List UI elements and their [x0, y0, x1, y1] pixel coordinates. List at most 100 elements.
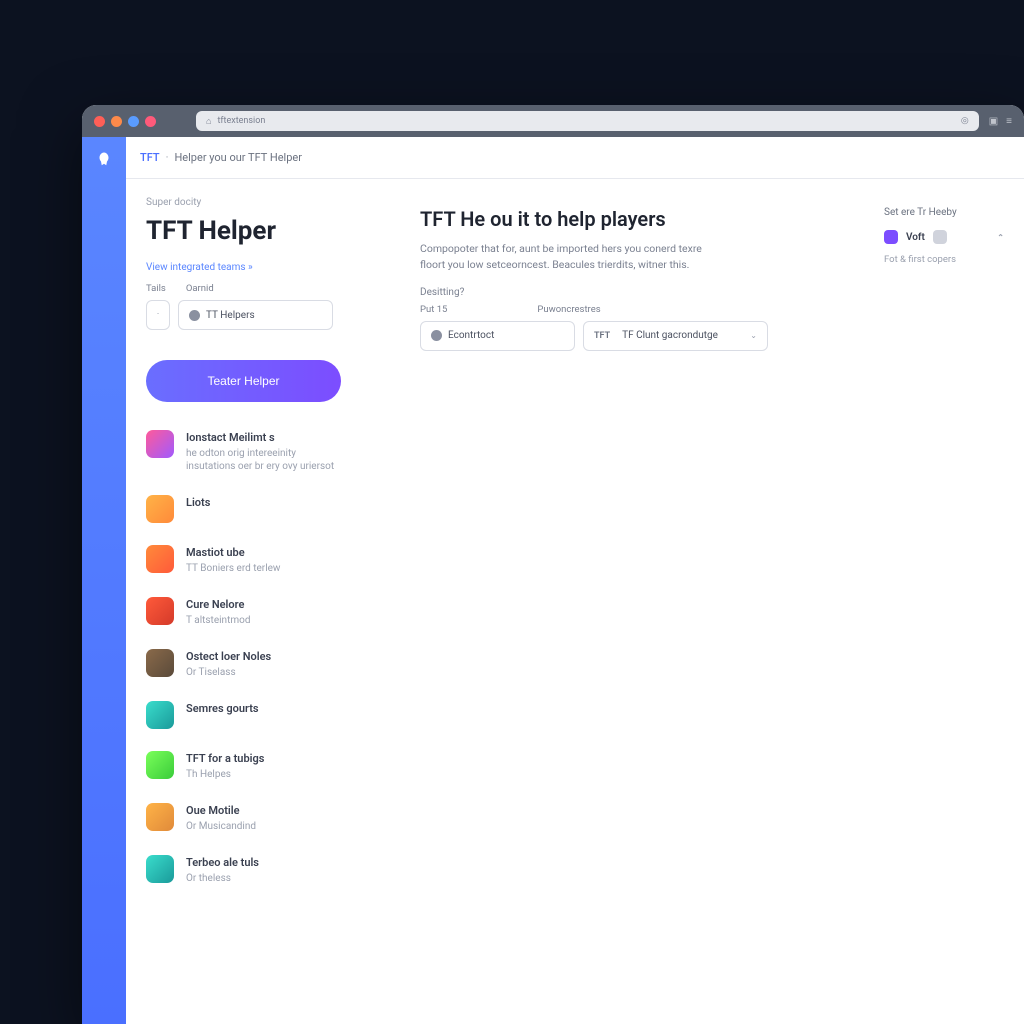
feature-title: Ostect loer Noles — [186, 650, 271, 663]
filter3-prefix: TFT — [594, 331, 610, 341]
close-dot[interactable] — [94, 116, 105, 127]
feature-body: Liots — [186, 495, 210, 512]
feature-icon — [146, 495, 174, 523]
eyebrow-label: Super docity — [146, 197, 396, 208]
feature-subtitle: he odton orig intereeinity insutations o… — [186, 447, 346, 473]
filter-headers-left: Tails Oarnid — [146, 283, 396, 294]
filter-client[interactable]: TFT TF Clunt gacrondutge ⌄ — [583, 321, 768, 351]
filter-header-4: Puwoncrestres — [537, 304, 600, 315]
badge-secondary-icon — [933, 230, 947, 244]
feature-body: Terbeo ale tuls Or theless — [186, 855, 259, 885]
filter-helpers[interactable]: TT Helpers — [178, 300, 333, 330]
main-grid: Super docity TFT Helper View integrated … — [126, 179, 1024, 907]
feature-item[interactable]: Semres gourts — [146, 701, 396, 729]
url-action-icon[interactable]: ◎ — [961, 116, 969, 126]
feature-body: Ionstact Meilimt s he odton orig interee… — [186, 430, 346, 473]
menu-icon[interactable]: ≡ — [1006, 116, 1012, 127]
extension-icon[interactable]: ▣ — [989, 116, 998, 127]
traffic-lights — [94, 116, 156, 127]
feature-item[interactable]: Mastiot ube TT Boniers erd terlew — [146, 545, 396, 575]
center-detail-label: Desitting? — [420, 287, 860, 298]
filter-header-2: Oarnid — [186, 283, 214, 294]
center-heading: TFT He ou it to help players — [420, 207, 860, 231]
filter-header-1: Tails — [146, 283, 166, 294]
feature-item[interactable]: Ionstact Meilimt s he odton orig interee… — [146, 430, 396, 473]
feature-body: Cure Nelore T altsteintmod — [186, 597, 250, 627]
left-column: Super docity TFT Helper View integrated … — [146, 197, 396, 907]
feature-title: Cure Nelore — [186, 598, 250, 611]
breadcrumb-link[interactable]: TFT — [140, 151, 160, 164]
feature-icon — [146, 597, 174, 625]
right-badge-item[interactable]: Voft ⌃ — [884, 230, 1004, 244]
filter-headers-center: Put 15 Puwoncrestres — [420, 304, 860, 315]
url-bar[interactable]: ⌂ tftextension ◎ — [196, 111, 979, 131]
feature-item[interactable]: Ostect loer Noles Or Tiselass — [146, 649, 396, 679]
filter2-label: Econtrtoct — [448, 330, 494, 341]
browser-chrome: ⌂ tftextension ◎ ▣ ≡ — [82, 105, 1024, 137]
dot-pink[interactable] — [145, 116, 156, 127]
feature-title: Semres gourts — [186, 702, 259, 715]
view-teams-link[interactable]: View integrated teams » — [146, 262, 396, 273]
side-rail — [82, 137, 126, 1024]
feature-item[interactable]: Cure Nelore T altsteintmod — [146, 597, 396, 627]
feature-subtitle: Or theless — [186, 872, 259, 885]
badge-text: Voft — [906, 232, 925, 243]
right-column: Set ere Tr Heeby Voft ⌃ Fot & first cope… — [884, 197, 1004, 907]
feature-title: Oue Motile — [186, 804, 256, 817]
app-window: ⌂ tftextension ◎ ▣ ≡ TFT · Helper you ou… — [82, 105, 1024, 1024]
feature-title: Mastiot ube — [186, 546, 280, 559]
url-actions: ◎ — [961, 116, 969, 126]
feature-title: Terbeo ale tuls — [186, 856, 259, 869]
chrome-actions: ▣ ≡ — [989, 116, 1012, 127]
right-link[interactable]: Fot & first copers — [884, 254, 1004, 265]
cta-label: Teater Helper — [207, 374, 279, 388]
feature-title: Ionstact Meilimt s — [186, 431, 346, 444]
cta-button[interactable]: Teater Helper — [146, 360, 341, 402]
feature-icon — [146, 430, 174, 458]
feature-subtitle: T altsteintmod — [186, 614, 250, 627]
page-title: TFT Helper — [146, 216, 396, 246]
globe-icon — [431, 330, 442, 341]
feature-item[interactable]: TFT for a tubigs Th Helpes — [146, 751, 396, 781]
feature-icon — [146, 803, 174, 831]
app-body: TFT · Helper you our TFT Helper Super do… — [82, 137, 1024, 1024]
filter-row-left: · TT Helpers — [146, 300, 396, 330]
feature-icon — [146, 545, 174, 573]
feature-body: Semres gourts — [186, 701, 259, 718]
filter-row-center: Econtrtoct TFT TF Clunt gacrondutge ⌄ — [420, 321, 860, 351]
feature-subtitle: Th Helpes — [186, 768, 264, 781]
feature-list: Ionstact Meilimt s he odton orig interee… — [146, 430, 396, 885]
feature-item[interactable]: Terbeo ale tuls Or theless — [146, 855, 396, 885]
feature-icon — [146, 701, 174, 729]
filter-contract[interactable]: Econtrtoct — [420, 321, 575, 351]
filter-header-3: Put 15 — [420, 304, 447, 315]
center-description: Compopoter that for, aunt be imported he… — [420, 241, 720, 273]
feature-icon — [146, 855, 174, 883]
url-text: tftextension — [217, 116, 265, 126]
feature-icon — [146, 751, 174, 779]
content-area: TFT · Helper you our TFT Helper Super do… — [126, 137, 1024, 1024]
min-dot[interactable] — [111, 116, 122, 127]
center-column: TFT He ou it to help players Compopoter … — [420, 197, 860, 907]
breadcrumb-text: Helper you our TFT Helper — [174, 151, 302, 164]
breadcrumb-bar: TFT · Helper you our TFT Helper — [126, 137, 1024, 179]
rocket-icon[interactable] — [95, 151, 113, 169]
feature-body: Ostect loer Noles Or Tiselass — [186, 649, 271, 679]
badge-icon — [884, 230, 898, 244]
feature-title: Liots — [186, 496, 210, 509]
feature-subtitle: TT Boniers erd terlew — [186, 562, 280, 575]
feature-subtitle: Or Musicandind — [186, 820, 256, 833]
filter-label: TT Helpers — [206, 310, 255, 321]
chevron-down-icon: ⌄ — [750, 331, 757, 340]
filter-icon — [189, 310, 200, 321]
feature-body: Oue Motile Or Musicandind — [186, 803, 256, 833]
feature-item[interactable]: Oue Motile Or Musicandind — [146, 803, 396, 833]
feature-subtitle: Or Tiselass — [186, 666, 271, 679]
feature-item[interactable]: Liots — [146, 495, 396, 523]
right-section-label: Set ere Tr Heeby — [884, 207, 1004, 218]
feature-icon — [146, 649, 174, 677]
filter3-label: TF Clunt gacrondutge — [622, 330, 718, 341]
lock-icon: ⌂ — [206, 116, 211, 127]
filter-prefix-box[interactable]: · — [146, 300, 170, 330]
dot-blue[interactable] — [128, 116, 139, 127]
